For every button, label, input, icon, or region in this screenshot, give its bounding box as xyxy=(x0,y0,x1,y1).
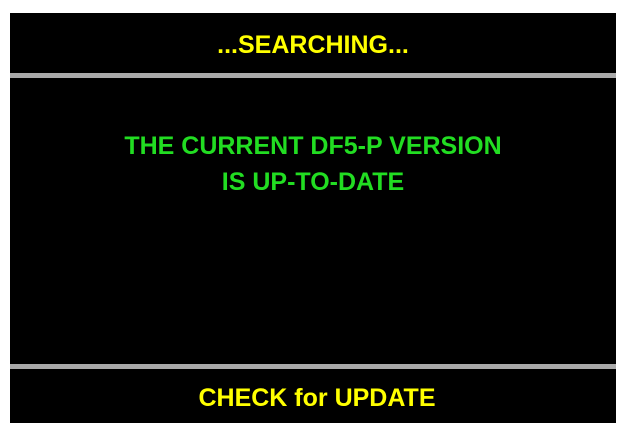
device-screen: ...SEARCHING... THE CURRENT DF5-P VERSIO… xyxy=(10,13,616,423)
status-message: THE CURRENT DF5-P VERSION IS UP-TO-DATE xyxy=(10,128,616,200)
status-message-line-2: IS UP-TO-DATE xyxy=(221,168,405,196)
title-bar: ...SEARCHING... xyxy=(10,13,616,73)
top-divider xyxy=(10,73,616,78)
bottom-divider xyxy=(10,364,616,369)
check-for-update-button[interactable]: CHECK for UPDATE xyxy=(10,370,616,423)
check-for-update-label: CHECK for UPDATE xyxy=(198,384,436,412)
status-message-line-1: THE CURRENT DF5-P VERSION xyxy=(124,132,502,160)
searching-status-title: ...SEARCHING... xyxy=(217,30,409,59)
